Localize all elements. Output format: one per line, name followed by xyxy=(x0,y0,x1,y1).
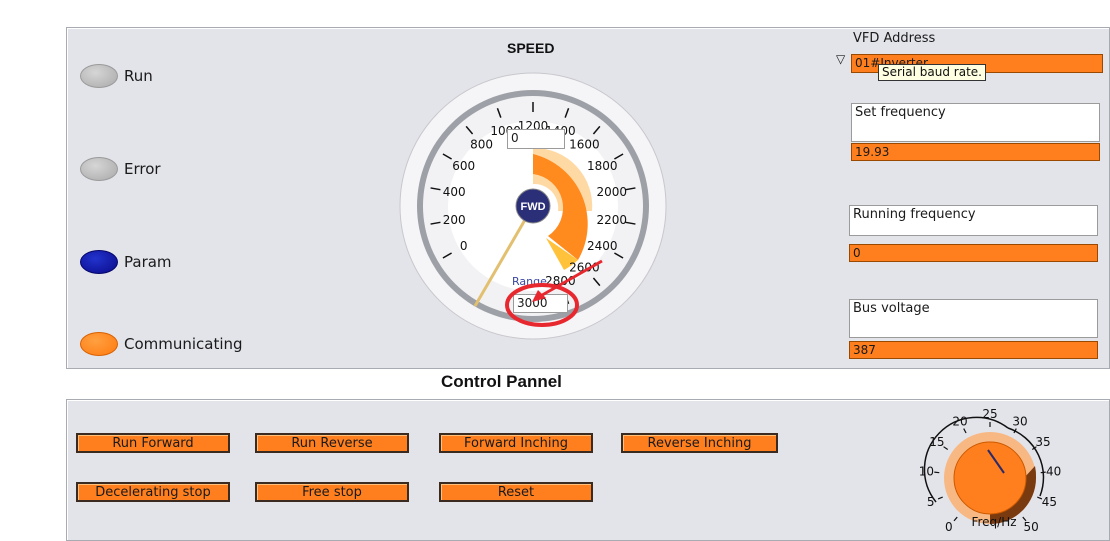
knob-scale-label: 35 xyxy=(1035,435,1050,449)
gauge-scale-label: 1600 xyxy=(569,138,600,152)
knob-scale-label: 15 xyxy=(929,435,944,449)
bus-voltage-label: Bus voltage xyxy=(849,299,1098,338)
error-led xyxy=(80,157,118,181)
frequency-knob[interactable]: 05 10 15 20 25 30 35 40 45 50 Freq/Hz xyxy=(900,400,1080,531)
param-indicator: Param xyxy=(80,250,172,274)
free-stop-button[interactable]: Free stop xyxy=(255,482,409,502)
knob-scale-label: 50 xyxy=(1023,520,1038,531)
knob-tick xyxy=(934,471,940,474)
gauge-scale-label: 200 xyxy=(443,213,466,227)
knob-scale-label: 10 xyxy=(919,464,934,478)
speed-value-display: 0 xyxy=(507,129,565,149)
run-indicator: Run xyxy=(80,64,153,88)
communicating-indicator: Communicating xyxy=(80,332,243,356)
knob-scale-label: 5 xyxy=(927,495,935,509)
set-frequency-label: Set frequency xyxy=(851,103,1100,142)
knob-scale-label: 20 xyxy=(952,414,967,428)
running-frequency-value: 0 xyxy=(849,244,1098,262)
gauge-scale-label: 1800 xyxy=(587,159,618,173)
baud-rate-tooltip: Serial baud rate. xyxy=(878,64,986,81)
gauge-scale-label: 2000 xyxy=(597,185,628,199)
reset-button[interactable]: Reset xyxy=(439,482,593,502)
running-frequency-label: Running frequency xyxy=(849,205,1098,236)
param-label: Param xyxy=(124,253,172,271)
gauge-scale-label: 400 xyxy=(443,185,466,199)
gauge-scale-label: 600 xyxy=(452,159,475,173)
knob-scale-label: 30 xyxy=(1012,414,1027,428)
knob-tick xyxy=(1040,471,1046,474)
run-led xyxy=(80,64,118,88)
vfd-address-label: VFD Address xyxy=(853,31,936,46)
knob-scale-label: 25 xyxy=(982,407,997,421)
gauge-scale-label: 0 xyxy=(460,239,468,253)
knob-tick xyxy=(953,516,958,522)
set-frequency-value: 19.93 xyxy=(851,143,1100,161)
knob-tick xyxy=(963,428,967,434)
direction-label: FWD xyxy=(520,201,545,213)
knob-scale-label: 40 xyxy=(1046,464,1061,478)
speed-title: SPEED xyxy=(507,40,555,56)
knob-scale-label: 0 xyxy=(945,520,953,531)
reverse-inching-button[interactable]: Reverse Inching xyxy=(621,433,778,453)
annotation-mark xyxy=(505,259,603,327)
knob-unit-label: Freq/Hz xyxy=(971,515,1016,529)
decelerating-stop-button[interactable]: Decelerating stop xyxy=(76,482,230,502)
gauge-scale-label: 2200 xyxy=(597,213,628,227)
control-panel-title: Control Pannel xyxy=(441,372,562,391)
communicating-label: Communicating xyxy=(124,335,243,353)
bus-voltage-value: 387 xyxy=(849,341,1098,359)
param-led xyxy=(80,250,118,274)
communicating-led xyxy=(80,332,118,356)
forward-inching-button[interactable]: Forward Inching xyxy=(439,433,593,453)
run-reverse-button[interactable]: Run Reverse xyxy=(255,433,409,453)
knob-tick xyxy=(937,496,943,500)
error-label: Error xyxy=(124,160,161,178)
knob-scale-label: 45 xyxy=(1042,495,1057,509)
error-indicator: Error xyxy=(80,157,161,181)
gauge-scale-label: 800 xyxy=(470,138,493,152)
run-label: Run xyxy=(124,67,153,85)
gauge-scale-label: 2400 xyxy=(587,239,618,253)
vfd-address-dropdown-icon[interactable]: ▽ xyxy=(836,52,845,66)
run-forward-button[interactable]: Run Forward xyxy=(76,433,230,453)
